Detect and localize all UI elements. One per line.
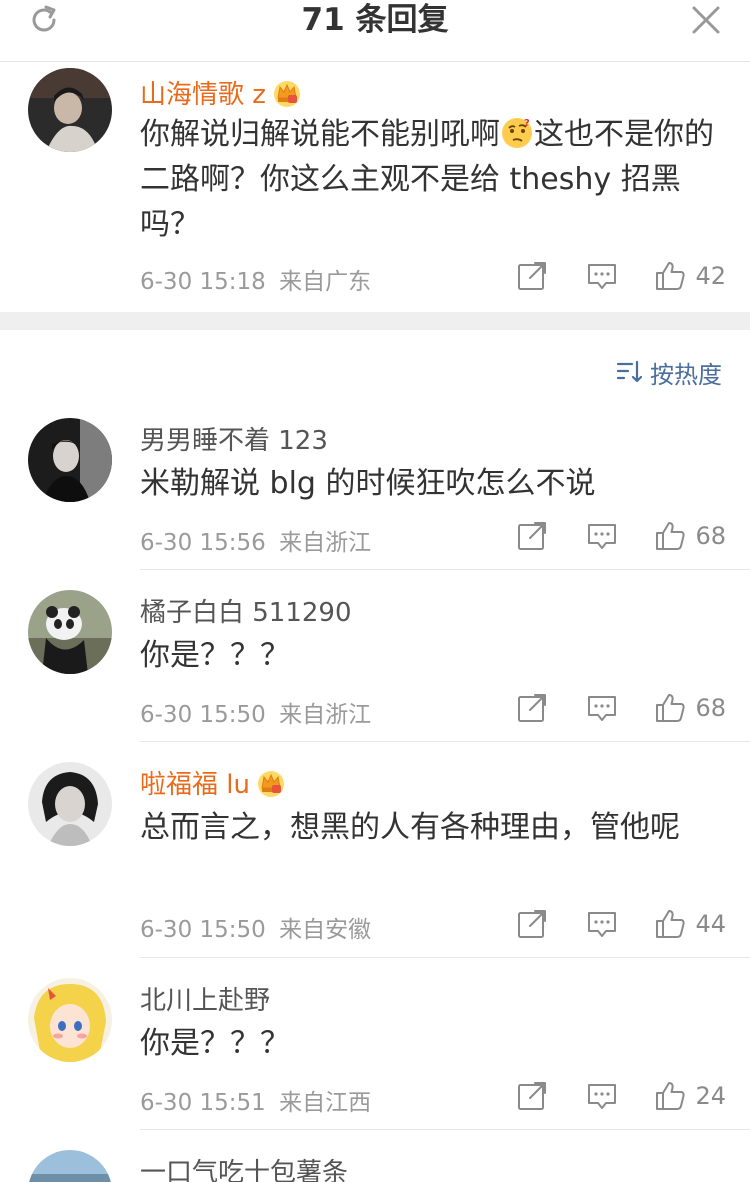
comment-meta: 6-30 15:50 来自安徽	[140, 910, 371, 944]
vip-crown-icon	[256, 768, 286, 798]
share-icon[interactable]	[515, 1079, 549, 1113]
reply-icon[interactable]	[585, 691, 619, 725]
comment-meta: 6-30 15:50 来自浙江	[140, 695, 371, 729]
avatar[interactable]	[28, 68, 112, 152]
divider	[140, 1129, 750, 1130]
comment-location: 来自浙江	[279, 702, 372, 728]
comment-text: 你解说归解说能不能别吼啊 ? 这也不是你的二路啊？你这么主观不是给 theshy…	[140, 112, 720, 247]
like-icon[interactable]	[653, 1079, 687, 1113]
comment-time: 6-30 15:51	[140, 1090, 266, 1116]
share-icon[interactable]	[515, 907, 549, 941]
comment-actions: 68	[515, 691, 726, 725]
commenter-name[interactable]: 男男睡不着 123	[140, 420, 328, 457]
comment-time: 6-30 15:56	[140, 530, 266, 556]
comment-text: 你是？？？	[140, 1026, 290, 1061]
divider	[140, 957, 750, 958]
comment-actions: 24	[515, 1079, 726, 1113]
comment-text: 米勒解说 blg 的时候狂吹怎么不说	[140, 466, 596, 501]
like-icon[interactable]	[653, 691, 687, 725]
like-count: 68	[695, 522, 726, 550]
commenter-name[interactable]: 啦福福 lu	[140, 764, 286, 801]
top-comment: 山海情歌 z 你解说归解说能不能别吼啊 ? 这也不是你的二路啊？你这么主观不是给…	[0, 62, 750, 312]
reply-icon[interactable]	[585, 907, 619, 941]
commenter-name-text[interactable]: 橘子白白 511290	[140, 592, 352, 629]
reply-icon[interactable]	[585, 519, 619, 553]
like-count: 68	[695, 694, 726, 722]
page-title: 71 条回复	[301, 2, 449, 38]
commenter-name-text[interactable]: 一口气吃十包薯条	[140, 1152, 348, 1182]
comment-actions: 42	[515, 259, 726, 293]
commenter-name[interactable]: 山海情歌 z	[140, 74, 302, 111]
comment-meta: 6-30 15:51 来自江西	[140, 1083, 371, 1117]
sort-by-hot-button[interactable]: 按热度	[616, 355, 722, 390]
share-icon[interactable]	[515, 691, 549, 725]
like-icon[interactable]	[653, 519, 687, 553]
like-icon[interactable]	[653, 259, 687, 293]
commenter-name[interactable]: 北川上赴野	[140, 980, 270, 1017]
divider	[140, 569, 750, 570]
comment-actions: 44	[515, 907, 726, 941]
avatar[interactable]	[28, 1150, 112, 1182]
commenter-name[interactable]: 一口气吃十包薯条	[140, 1152, 348, 1182]
avatar[interactable]	[28, 762, 112, 846]
reply-icon[interactable]	[585, 1079, 619, 1113]
comment-location: 来自江西	[279, 1090, 372, 1116]
comment-time: 6-30 15:50	[140, 702, 266, 728]
like-icon[interactable]	[653, 907, 687, 941]
commenter-name-text[interactable]: 山海情歌 z	[140, 74, 266, 111]
comment-text: 你是？？？	[140, 638, 290, 673]
share-icon[interactable]	[515, 259, 549, 293]
comment-meta: 6-30 15:56 来自浙江	[140, 523, 371, 557]
commenter-name-text[interactable]: 啦福福 lu	[140, 764, 250, 801]
comment-location: 来自广东	[279, 269, 372, 295]
comment-meta: 6-30 15:18 来自广东	[140, 262, 371, 296]
divider	[140, 741, 750, 742]
comment-time: 6-30 15:18	[140, 269, 266, 295]
svg-text:?: ?	[524, 118, 530, 129]
commenter-name-text[interactable]: 北川上赴野	[140, 980, 270, 1017]
share-icon[interactable]	[515, 519, 549, 553]
like-count: 42	[695, 262, 726, 290]
section-separator	[0, 312, 750, 330]
vip-crown-icon	[272, 78, 302, 108]
thinking-face-emoji-icon: ?	[502, 118, 532, 148]
comment-text: 总而言之，想黑的人有各种理由，管他呢	[140, 810, 680, 845]
like-count: 24	[695, 1082, 726, 1110]
like-count: 44	[695, 910, 726, 938]
comment-text-part-1: 你解说归解说能不能别吼啊	[140, 117, 500, 152]
comment-location: 来自浙江	[279, 530, 372, 556]
header-bar: 71 条回复	[0, 0, 750, 62]
close-icon[interactable]	[688, 2, 724, 38]
reply-icon[interactable]	[585, 259, 619, 293]
avatar[interactable]	[28, 978, 112, 1062]
sort-icon	[616, 360, 642, 383]
sort-label[interactable]: 按热度	[650, 355, 722, 390]
comment-location: 来自安徽	[279, 917, 372, 943]
comment-actions: 68	[515, 519, 726, 553]
comment-time: 6-30 15:50	[140, 917, 266, 943]
commenter-name-text[interactable]: 男男睡不着 123	[140, 420, 328, 457]
commenter-name[interactable]: 橘子白白 511290	[140, 592, 352, 629]
avatar[interactable]	[28, 590, 112, 674]
avatar[interactable]	[28, 418, 112, 502]
